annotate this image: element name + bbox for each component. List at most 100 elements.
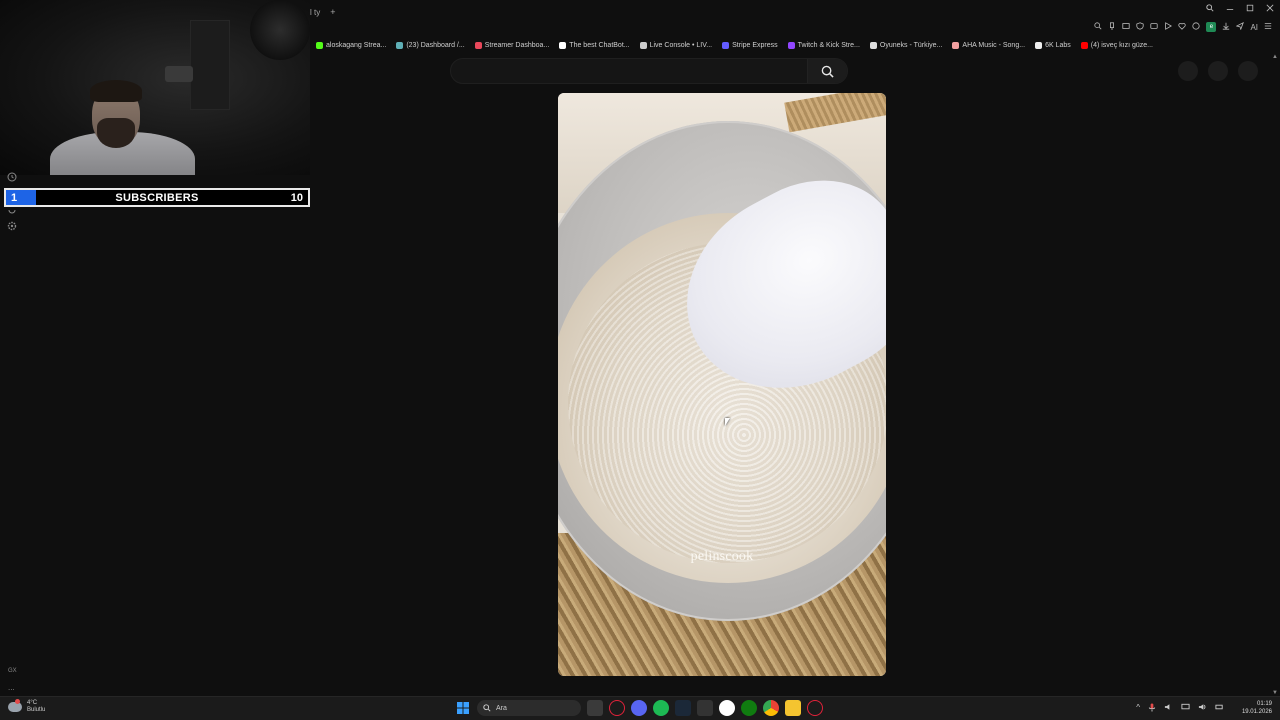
zoom-icon[interactable] [1094, 22, 1102, 32]
network-icon[interactable] [1181, 703, 1190, 714]
bookmark-favicon-icon [474, 41, 482, 49]
ai-button[interactable]: AI [1250, 23, 1258, 32]
download-icon[interactable] [1222, 22, 1230, 32]
header-action-button[interactable] [1178, 61, 1198, 81]
bookmark-label: Stripe Express [732, 41, 778, 49]
page-scrollbar[interactable]: ▲ ▼ [1270, 52, 1280, 696]
extension-badge[interactable]: e [1206, 22, 1217, 32]
steam-icon[interactable] [675, 700, 691, 716]
tray-chevron-up-icon[interactable]: ^ [1136, 703, 1140, 714]
bookmark-item[interactable]: (23) Dashboard /... [396, 41, 465, 49]
bookmark-label: aloskagang Strea... [326, 41, 387, 49]
bookmarks-bar: aloskagang Strea... (23) Dashboard /... St… [316, 38, 1153, 52]
bookmark-item[interactable]: AHA Music - Song... [952, 41, 1026, 49]
bookmark-favicon-icon [952, 41, 960, 49]
weather-widget[interactable]: 4°C Bulutlu [8, 699, 45, 714]
gx-label[interactable]: GX [8, 668, 17, 674]
chair-headrest [165, 66, 193, 82]
opera-icon[interactable] [807, 700, 823, 716]
send-icon[interactable] [1236, 21, 1245, 32]
bookmark-favicon-icon [316, 41, 323, 49]
bookmark-label: (4) isveç kızı güze... [1090, 41, 1153, 49]
subscriber-goal: 10 [290, 191, 303, 204]
menu-icon[interactable] [1264, 22, 1272, 32]
bookmark-favicon-icon [787, 41, 795, 49]
background-lamp [250, 0, 310, 60]
header-action-buttons [1178, 61, 1258, 81]
bookmark-label: AHA Music - Song... [962, 41, 1026, 49]
subscriber-goal-bar: 1 SUBSCRIBERS 10 [4, 188, 310, 207]
battery-icon[interactable] [1215, 703, 1224, 714]
scroll-up-icon[interactable]: ▲ [1272, 54, 1278, 60]
webcam-overlay [0, 0, 310, 175]
windows-start-icon[interactable] [455, 700, 471, 716]
bookmark-item[interactable]: Oyuneks - Türkiye... [869, 41, 943, 49]
xbox-icon[interactable] [741, 700, 757, 716]
search-icon [483, 704, 491, 712]
weather-temp: 4°C [27, 700, 38, 706]
bookmark-item[interactable]: The best ChatBot... [559, 41, 630, 49]
streamer-hair [90, 80, 142, 102]
search-tabs-icon[interactable] [1206, 4, 1214, 14]
close-icon[interactable] [1266, 4, 1274, 14]
bookmark-label: Streamer Dashboa... [484, 41, 550, 49]
bookmark-item[interactable]: Live Console • LIV... [639, 41, 713, 49]
pin-icon[interactable] [1108, 22, 1116, 32]
browser-toolbar: e AI [1094, 21, 1272, 32]
taskbar-clock[interactable]: 01:19 19.01.2026 [1242, 700, 1272, 716]
microphone-icon[interactable] [1148, 703, 1156, 714]
bookmark-item[interactable]: aloskagang Strea... [316, 41, 387, 49]
taskbar-search[interactable]: Ara [477, 700, 581, 716]
wallet-icon[interactable] [1150, 22, 1159, 32]
settings-gear-icon[interactable] [6, 221, 18, 233]
chat-icon[interactable] [1192, 22, 1201, 32]
taskbar-apps: Ara [455, 700, 823, 716]
bookmark-label: Oyuneks - Türkiye... [879, 41, 943, 49]
search-icon [821, 65, 834, 78]
tab-strip: l ty + [310, 4, 336, 20]
bookmark-favicon-icon [1035, 41, 1043, 49]
video-watermark: pelinscook [690, 549, 754, 564]
bookmark-favicon-icon [396, 41, 404, 49]
bookmark-item[interactable]: Streamer Dashboa... [474, 41, 550, 49]
speaker-icon[interactable] [1164, 703, 1173, 714]
bookmark-label: (23) Dashboard /... [406, 41, 465, 49]
streamlabs-icon[interactable] [719, 700, 735, 716]
window-controls [1206, 4, 1274, 14]
search-button[interactable] [807, 59, 847, 83]
heart-icon[interactable] [1178, 22, 1187, 32]
volume-icon[interactable] [1198, 703, 1207, 714]
extensions-icon[interactable] [6, 205, 18, 217]
header-action-button[interactable] [1238, 61, 1258, 81]
new-tab-button[interactable]: + [330, 7, 335, 17]
sidebar-more-icon[interactable]: ... [8, 683, 15, 692]
cloud-icon [8, 699, 22, 712]
bookmark-item[interactable]: (4) isveç kızı güze... [1080, 41, 1153, 49]
spotify-icon[interactable] [653, 700, 669, 716]
taskbar-search-label: Ara [496, 704, 507, 712]
history-icon[interactable] [6, 172, 18, 184]
terminal-icon[interactable] [697, 700, 713, 716]
shield-icon[interactable] [1136, 22, 1145, 32]
bookmark-item[interactable]: 6K Labs [1035, 41, 1071, 49]
search-input[interactable] [451, 59, 807, 83]
task-view-icon[interactable] [587, 700, 603, 716]
header-action-button[interactable] [1208, 61, 1228, 81]
search-bar [450, 58, 848, 84]
bookmark-label: Live Console • LIV... [649, 41, 713, 49]
snapshot-icon[interactable] [1122, 22, 1131, 32]
tab-active[interactable]: l ty [310, 8, 320, 17]
system-tray: ^ [1136, 703, 1224, 714]
player-icon[interactable] [1164, 22, 1173, 32]
bookmark-label: The best ChatBot... [569, 41, 630, 49]
minimize-icon[interactable] [1226, 4, 1234, 14]
file-explorer-icon[interactable] [785, 700, 801, 716]
chrome-icon[interactable] [763, 700, 779, 716]
short-video-player[interactable]: pelinscook [558, 93, 886, 676]
maximize-icon[interactable] [1246, 4, 1254, 14]
bookmark-item[interactable]: Twitch & Kick Stre... [787, 41, 860, 49]
bookmark-favicon-icon [722, 41, 730, 49]
discord-icon[interactable] [631, 700, 647, 716]
bookmark-item[interactable]: Stripe Express [722, 41, 778, 49]
opera-gx-icon[interactable] [609, 700, 625, 716]
